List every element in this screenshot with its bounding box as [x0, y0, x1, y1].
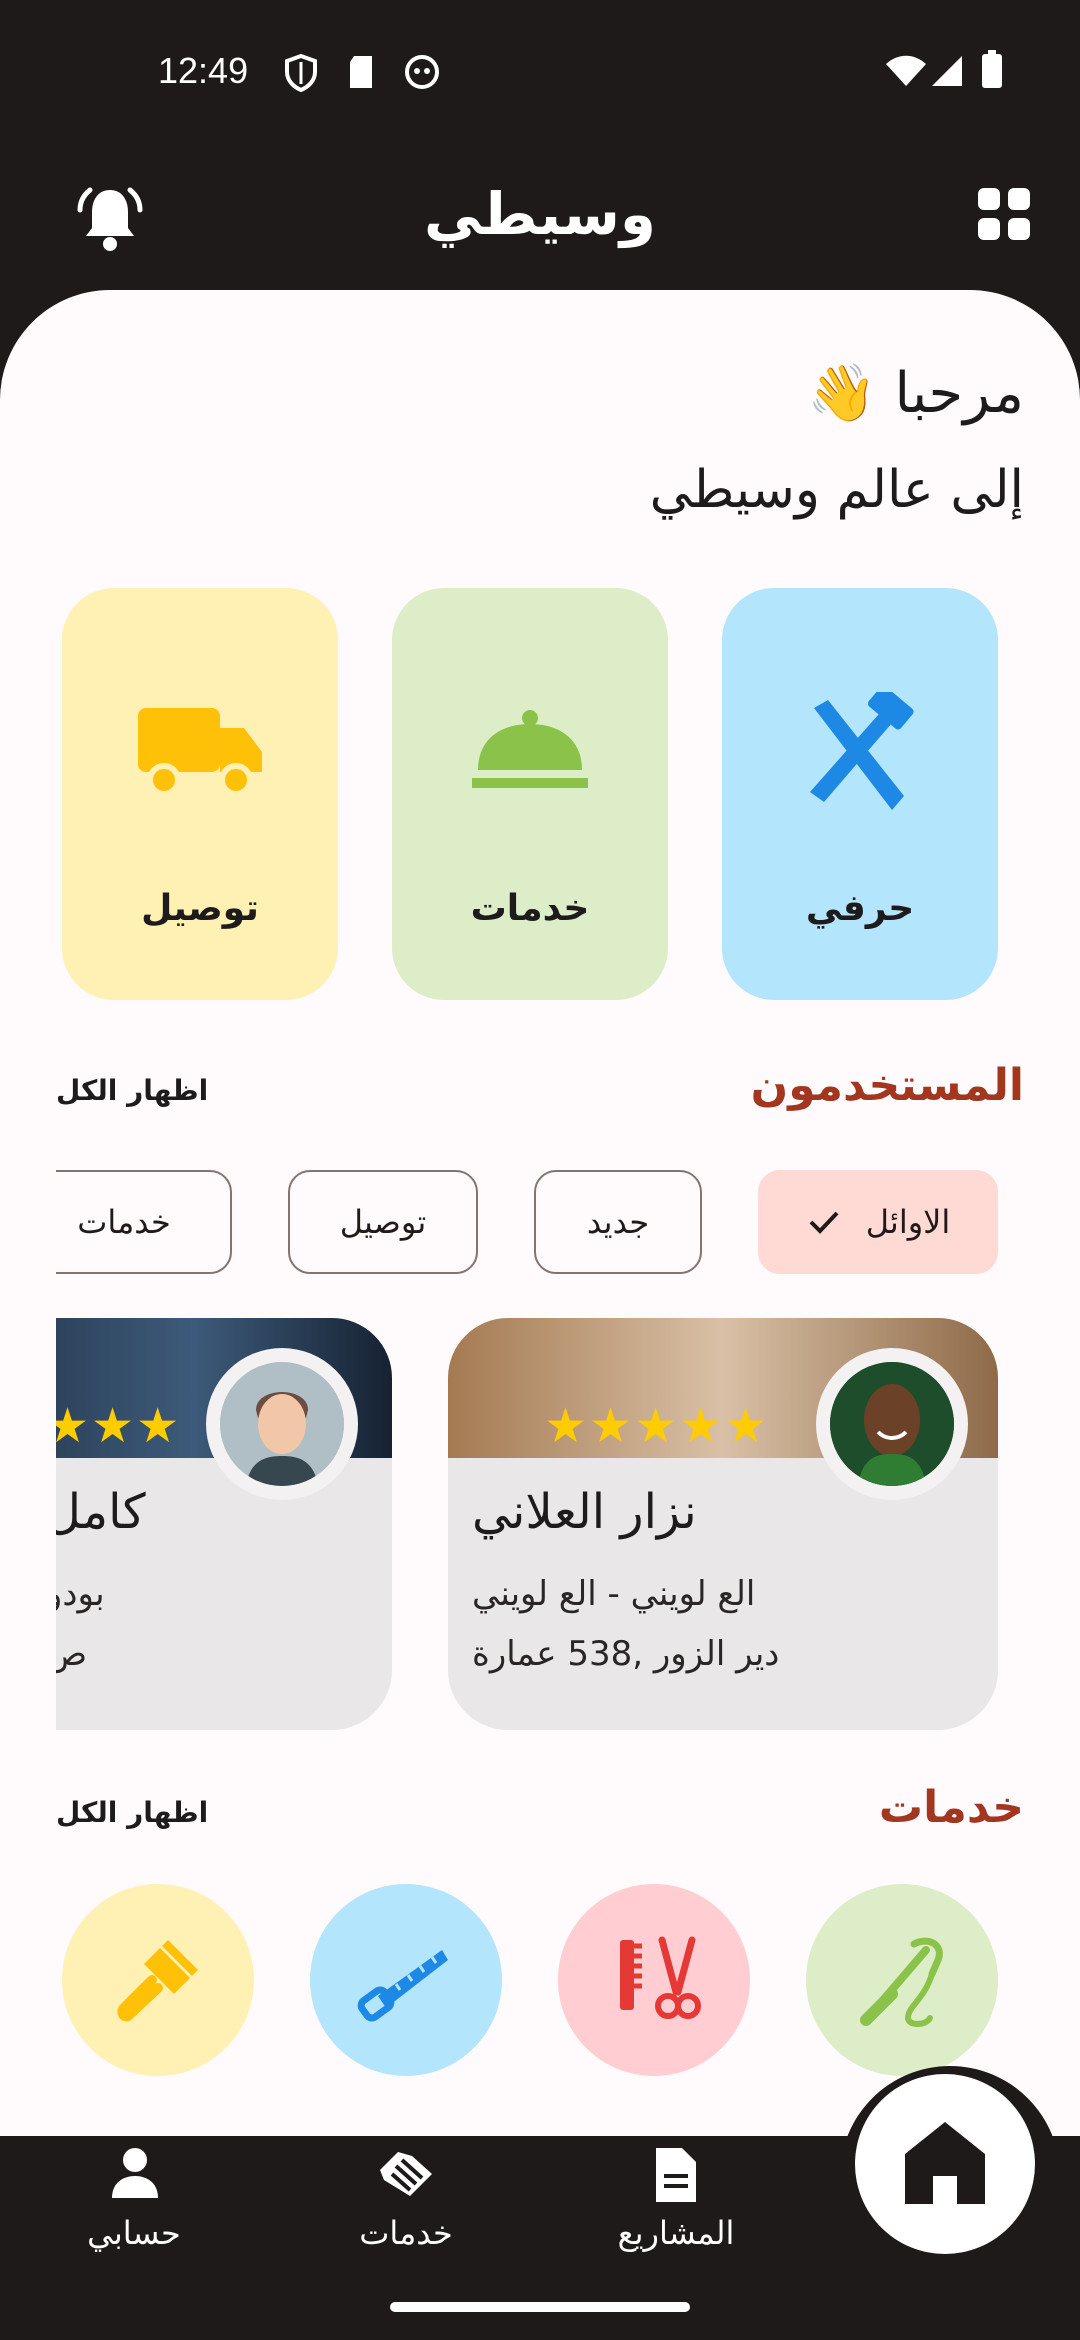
handshake-icon — [380, 2152, 432, 2196]
cat-face-icon — [405, 55, 439, 89]
nav-label: خدمات — [359, 2214, 453, 2252]
wifi-icon — [886, 55, 926, 86]
user-avatar-ring — [816, 1348, 968, 1500]
users-carousel: ★★★★★ نزار العلاني الع لويني - الع لويني… — [56, 290, 1080, 1770]
home-icon — [905, 2122, 985, 2204]
service-barber[interactable] — [558, 1884, 750, 2076]
rating-stars: ★★★ — [56, 1398, 181, 1454]
user-avatar-ring — [206, 1348, 358, 1500]
star-icon: ★ — [634, 1398, 680, 1454]
user-card[interactable]: ★★★ كامل بودو ص — [56, 1318, 392, 1730]
star-icon: ★ — [56, 1398, 92, 1454]
document-icon — [656, 2148, 696, 2202]
sd-card-icon — [350, 56, 372, 88]
star-icon: ★ — [724, 1398, 770, 1454]
avatar — [220, 1362, 344, 1486]
user-line-2: دير الزور ,538 عمارة — [472, 1634, 780, 1674]
barber-icon — [620, 1936, 701, 2019]
paint-brush-icon — [117, 1940, 198, 2022]
service-painting[interactable] — [62, 1884, 254, 2076]
app-title: وسيطي — [424, 180, 656, 248]
status-time: 12:49 — [158, 50, 249, 91]
user-line-1: بودو — [56, 1574, 105, 1614]
star-icon: ★ — [91, 1398, 137, 1454]
app-screen: 12:49 وسيطي مرحبا 👋 إلى عالم وسيطي حرفي — [0, 0, 1080, 2340]
shield-icon — [285, 54, 317, 92]
services-show-all-link[interactable]: اظهار الكل — [56, 1796, 208, 1829]
star-icon: ★ — [589, 1398, 635, 1454]
sewing-machine-icon — [860, 1937, 943, 2027]
saw-icon — [357, 1950, 448, 2022]
user-line-2: ص — [56, 1634, 88, 1674]
user-card[interactable]: ★★★★★ نزار العلاني الع لويني - الع لويني… — [448, 1318, 998, 1730]
nav-label: المشاريع — [617, 2214, 735, 2252]
avatar — [830, 1362, 954, 1486]
battery-icon — [982, 50, 1002, 88]
service-tailoring[interactable] — [806, 1884, 998, 2076]
user-name: نزار العلاني — [472, 1484, 697, 1540]
cell-signal-icon — [932, 56, 962, 86]
star-icon: ★ — [136, 1398, 182, 1454]
apps-grid-button[interactable] — [976, 186, 1032, 242]
rating-stars: ★★★★★ — [544, 1398, 769, 1454]
nav-services[interactable]: خدمات — [296, 2136, 516, 2274]
home-button[interactable] — [855, 2074, 1035, 2254]
grid-icon — [978, 188, 1030, 240]
content-sheet: مرحبا 👋 إلى عالم وسيطي حرفي خدمات توصيل … — [0, 290, 1080, 2140]
star-icon: ★ — [544, 1398, 590, 1454]
user-name: كامل — [56, 1484, 146, 1540]
nav-label: حسابي — [87, 2214, 181, 2252]
nav-account[interactable]: حسابي — [24, 2136, 244, 2274]
star-icon: ★ — [679, 1398, 725, 1454]
services-section-title: خدمات — [878, 1782, 1024, 1833]
service-carpentry[interactable] — [310, 1884, 502, 2076]
user-line-1: الع لويني - الع لويني — [472, 1574, 756, 1614]
gesture-bar[interactable] — [390, 2302, 690, 2312]
nav-projects[interactable]: المشاريع — [566, 2136, 786, 2274]
person-icon — [112, 2148, 158, 2198]
